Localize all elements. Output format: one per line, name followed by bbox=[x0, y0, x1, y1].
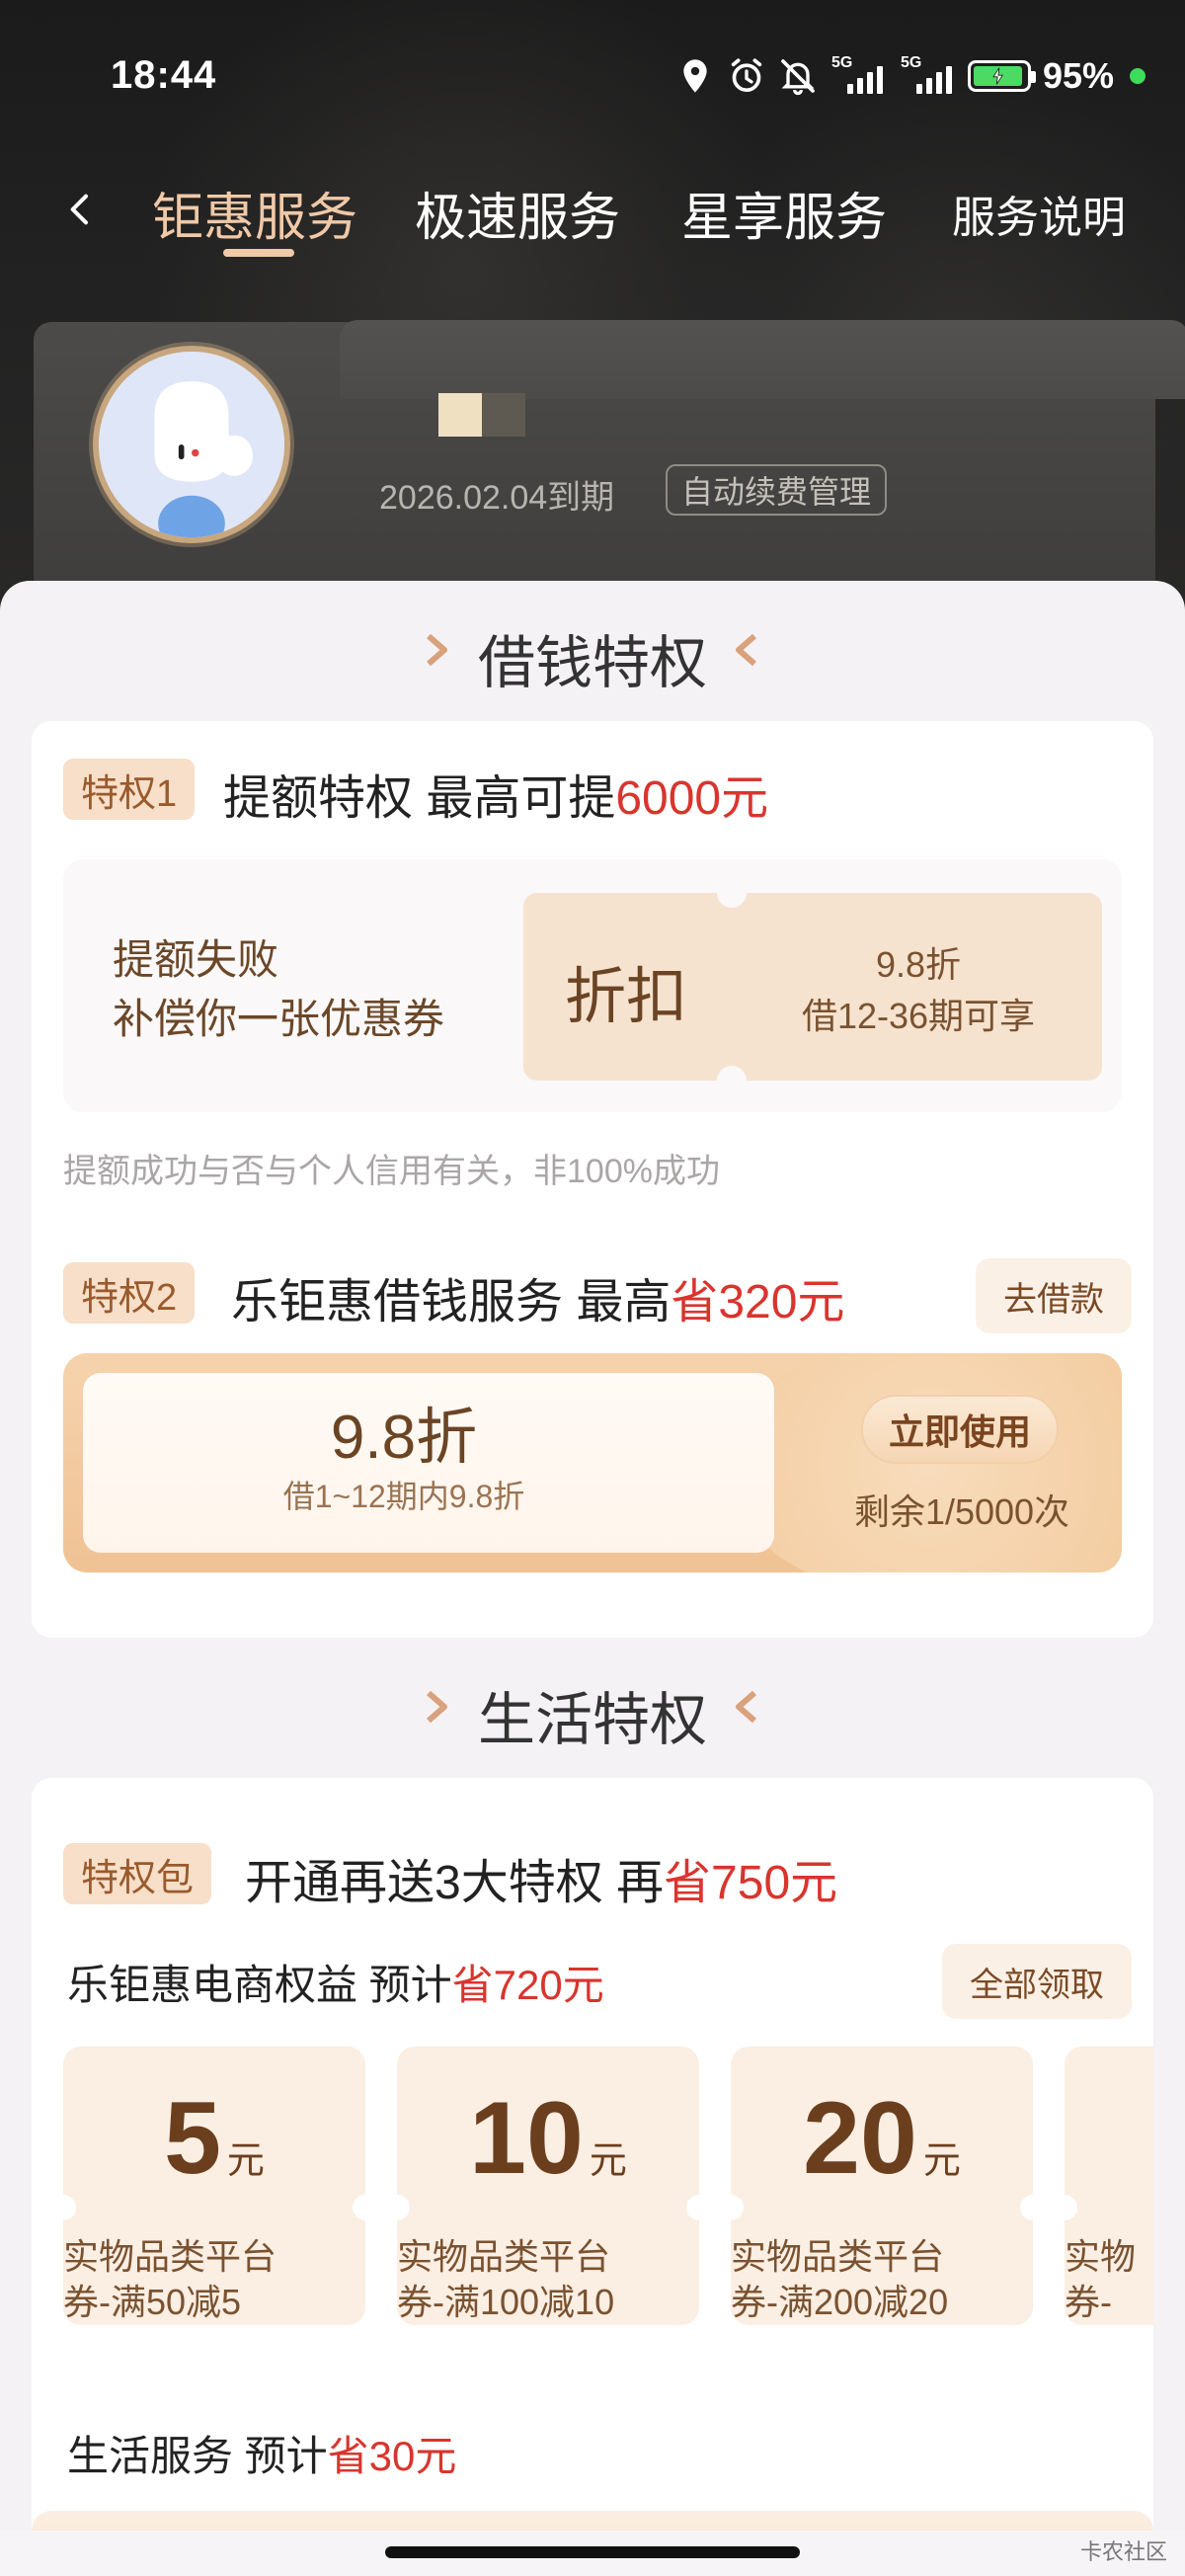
member-card-tab bbox=[340, 320, 1185, 399]
ecommerce-coupon[interactable]: 5元 实物品类平台 券-满50减5 bbox=[63, 2047, 365, 2325]
privacy-indicator-dot bbox=[1130, 68, 1146, 84]
borrow-coupon-condition: 借1~12期内9.8折 bbox=[282, 1479, 525, 1514]
privilege-1-title: 提额特权 最高可提6000元 bbox=[223, 772, 769, 825]
battery-icon bbox=[967, 60, 1036, 92]
coupon-condition: 借12-36期可享 bbox=[801, 996, 1036, 1036]
tab-express-service[interactable]: 极速服务 bbox=[415, 176, 620, 250]
coupon-unit: 元 bbox=[922, 2140, 961, 2182]
coupon-desc-line-2: 券-满200减20 bbox=[731, 2282, 949, 2322]
alarm-icon bbox=[727, 56, 766, 96]
privilege-package-title: 开通再送3大特权 再省750元 bbox=[245, 1857, 838, 1909]
claim-all-button[interactable]: 全部领取 bbox=[942, 1944, 1132, 2019]
status-bar: 18:44 5G 5G 95% bbox=[0, 0, 1185, 158]
coupon-unit: 元 bbox=[226, 2140, 265, 2182]
coupon-amount: 5 bbox=[164, 2081, 221, 2196]
masked-username bbox=[438, 393, 525, 437]
privilege-package-badge: 特权包 bbox=[63, 1843, 212, 1904]
ecommerce-coupon[interactable]: 10 元 实物品类平台 券-满100减10 bbox=[397, 2047, 699, 2325]
remaining-uses: 剩余1/5000次 bbox=[853, 1491, 1070, 1532]
ecommerce-coupon[interactable]: 20 元 实物品类平台 券-满200减20 bbox=[731, 2047, 1033, 2325]
life-section-title: 生活特权 bbox=[477, 1688, 707, 1752]
use-now-button[interactable]: 立即使用 bbox=[861, 1395, 1059, 1464]
chevron-left-decor-icon bbox=[731, 1687, 760, 1727]
fail-text-line-2: 补偿你一张优惠券 bbox=[113, 996, 445, 1042]
coupon-desc-line-1: 实物 bbox=[1065, 2236, 1137, 2277]
active-tab-indicator bbox=[223, 249, 294, 257]
tab-juhui-service[interactable]: 钜惠服务 bbox=[152, 176, 357, 250]
coupon-desc-line-1: 实物品类平台 bbox=[731, 2236, 945, 2277]
privilege-1-badge: 特权1 bbox=[63, 759, 196, 820]
coupon-desc-line-2: 券-满50减5 bbox=[63, 2282, 242, 2322]
chevron-left-decor-icon bbox=[731, 630, 760, 670]
coupon-desc-line-2: 券-满100减10 bbox=[397, 2282, 615, 2322]
auto-renew-button[interactable]: 自动续费管理 bbox=[666, 464, 888, 516]
coupon-unit: 元 bbox=[589, 2140, 627, 2182]
signal-icon-2: 5G bbox=[899, 54, 956, 96]
membership-expiry: 2026.02.04到期 bbox=[379, 479, 615, 517]
life-privileges-card: 特权包 开通再送3大特权 再省750元 乐钜惠电商权益 预计省720元 全部领取… bbox=[32, 1778, 1153, 2576]
go-borrow-button[interactable]: 去借款 bbox=[976, 1258, 1132, 1333]
borrow-discount-coupon[interactable]: 9.8折 借1~12期内9.8折 立即使用 剩余1/5000次 bbox=[63, 1353, 1122, 1572]
limit-increase-compensation: 提额失败 补偿你一张优惠券 折扣 9.8折 借12-36期可享 bbox=[63, 859, 1122, 1112]
fail-text-line-1: 提额失败 bbox=[113, 936, 279, 983]
coupon-desc-line-2: 券- bbox=[1065, 2282, 1112, 2322]
coupon-desc-line-1: 实物品类平台 bbox=[63, 2236, 277, 2277]
watermark: 卡农社区 bbox=[1079, 2539, 1167, 2564]
coupon-amount: 10 bbox=[469, 2081, 584, 2196]
borrow-privileges-card: 特权1 提额特权 最高可提6000元 提额失败 补偿你一张优惠券 折扣 9.8折… bbox=[32, 721, 1153, 1638]
borrow-coupon-discount: 9.8折 bbox=[330, 1404, 478, 1472]
coupon-discount: 9.8折 bbox=[875, 944, 962, 985]
content-sheet: 借钱特权 特权1 提额特权 最高可提6000元 提额失败 补偿你一张优惠券 折扣… bbox=[0, 581, 1185, 2576]
mute-bell-icon bbox=[778, 56, 818, 96]
top-nav: 钜惠服务 极速服务 星享服务 服务说明 bbox=[0, 158, 1185, 267]
privilege-2-badge: 特权2 bbox=[63, 1262, 196, 1324]
ecommerce-benefits-title: 乐钜惠电商权益 预计省720元 bbox=[67, 1962, 604, 2008]
battery-percent: 95% bbox=[1042, 55, 1114, 96]
coupon-amount: 20 bbox=[803, 2081, 917, 2196]
home-indicator[interactable] bbox=[385, 2546, 800, 2558]
avatar[interactable] bbox=[93, 346, 290, 543]
location-icon bbox=[675, 56, 715, 96]
signal-icon-1: 5G bbox=[830, 54, 887, 96]
tab-star-service[interactable]: 星享服务 bbox=[681, 176, 887, 250]
status-time: 18:44 bbox=[111, 53, 217, 97]
service-description-link[interactable]: 服务说明 bbox=[952, 182, 1126, 245]
life-service-title: 生活服务 预计省30元 bbox=[67, 2433, 457, 2479]
coupon-desc-line-1: 实物品类平台 bbox=[397, 2236, 611, 2277]
limit-increase-note: 提额成功与否与个人信用有关，非100%成功 bbox=[63, 1153, 720, 1190]
back-button[interactable] bbox=[51, 180, 111, 239]
ecommerce-coupon[interactable]: 实物券- bbox=[1065, 2047, 1153, 2325]
discount-coupon[interactable]: 折扣 9.8折 借12-36期可享 bbox=[523, 878, 1102, 1095]
borrow-section-title: 借钱特权 bbox=[477, 631, 707, 695]
avatar-character-icon bbox=[99, 352, 284, 537]
privilege-2-title: 乐钜惠借钱服务 最高省320元 bbox=[231, 1276, 845, 1328]
chevron-left-icon bbox=[70, 194, 88, 225]
coupon-type: 折扣 bbox=[565, 963, 688, 1031]
status-icons: 5G 5G 95% bbox=[675, 54, 1146, 97]
